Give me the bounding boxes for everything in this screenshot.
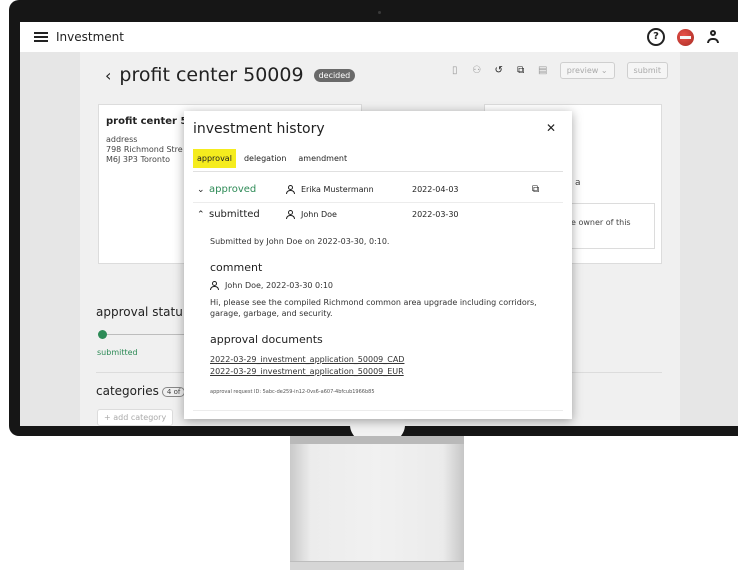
page-header: ‹ profit center 50009 decided [105, 64, 356, 86]
close-icon[interactable]: ✕ [546, 121, 556, 135]
external-link-icon[interactable]: ⧉ [532, 184, 539, 195]
row-status: approved [209, 184, 257, 195]
categories-title: categories 4 of [96, 384, 186, 398]
history-row-submitted[interactable]: ⌃ submitted John Doe 2022-03-30 [197, 209, 532, 220]
user-icon[interactable] [706, 30, 720, 44]
app-title: Investment [56, 30, 124, 44]
back-icon[interactable]: ‹ [105, 66, 111, 85]
address-label: address [106, 135, 138, 144]
flag-avatar[interactable] [677, 28, 694, 46]
approval-step-line [107, 334, 187, 335]
add-category-button[interactable]: + add category [97, 409, 174, 426]
stand-neck-top [290, 436, 464, 444]
approval-status-title: approval statu [96, 305, 183, 319]
stand-neck [290, 436, 464, 569]
tabs-divider [193, 171, 563, 172]
comment-heading: comment [210, 261, 263, 274]
row-date: 2022-04-03 [412, 185, 459, 194]
dialog-tabs: approval delegation amendment [193, 149, 355, 168]
categories-label: categories [96, 384, 159, 398]
user-icon [286, 210, 295, 219]
row-date: 2022-03-30 [412, 210, 459, 219]
row-user: Erika Mustermann [286, 185, 412, 194]
toolbar: ▯ ⚇ ↺ ⧉ ▤ preview ⌄ submit [450, 62, 668, 79]
address-street: 798 Richmond Stre [106, 145, 183, 154]
investment-history-dialog: investment history ✕ approval delegation… [184, 111, 572, 419]
row-status: submitted [209, 209, 260, 220]
approval-step-dot [98, 330, 107, 339]
menu-icon[interactable] [34, 32, 48, 42]
camera [378, 11, 381, 14]
documents-heading: approval documents [210, 333, 323, 346]
preview-button[interactable]: preview ⌄ [559, 62, 615, 79]
address-city: M6J 3P3 Toronto [106, 155, 170, 164]
dialog-title: investment history [193, 121, 325, 137]
card-title: profit center 50 [106, 116, 195, 127]
request-id: approval request ID: 5abc-de259-in12-0vs… [210, 389, 375, 395]
comment-meta: John Doe, 2022-03-30 0:10 [210, 281, 333, 290]
tab-approval[interactable]: approval [193, 149, 236, 168]
page-title: profit center 50009 [119, 64, 304, 86]
right-card-fragment: a [575, 178, 581, 188]
copy-icon[interactable]: ⧉ [516, 65, 526, 76]
row-user-name: John Doe [301, 210, 337, 219]
submitted-by-text: Submitted by John Doe on 2022-03-30, 0:1… [210, 237, 390, 246]
row-user: John Doe [286, 210, 412, 219]
comment-line-2: garage, garbage, and security. [210, 309, 333, 318]
help-icon[interactable]: ? [647, 28, 665, 46]
row-separator [193, 202, 563, 203]
comment-line-1: Hi, please see the compiled Richmond com… [210, 298, 537, 307]
categories-count: 4 of [161, 386, 186, 397]
user-icon [286, 185, 295, 194]
document-link-cad[interactable]: 2022-03-29_investment_application_50009_… [210, 355, 404, 364]
status-badge: decided [313, 68, 356, 82]
app-bar: Investment ? [20, 22, 738, 52]
note-text: e owner of this [571, 218, 631, 227]
approval-status-label: submitted [97, 348, 138, 357]
submit-button[interactable]: submit [626, 62, 668, 79]
history-row-approved[interactable]: ⌄ approved Erika Mustermann 2022-04-03 ⧉ [197, 184, 539, 195]
chevron-up-icon[interactable]: ⌃ [197, 210, 209, 220]
history-icon[interactable]: ↺ [494, 65, 504, 76]
tab-amendment[interactable]: amendment [294, 149, 351, 168]
dialog-footer-divider [193, 410, 563, 411]
tab-delegation[interactable]: delegation [240, 149, 290, 168]
row-user-name: Erika Mustermann [301, 185, 374, 194]
chevron-down-icon[interactable]: ⌄ [197, 185, 209, 195]
comment-meta-text: John Doe, 2022-03-30 0:10 [225, 281, 333, 290]
document-icon[interactable]: ▤ [538, 65, 548, 76]
delete-icon[interactable]: ▯ [450, 65, 460, 76]
document-link-eur[interactable]: 2022-03-29_investment_application_50009_… [210, 367, 404, 376]
people-icon[interactable]: ⚇ [472, 65, 482, 76]
app-bar-actions: ? [647, 28, 720, 46]
user-icon [210, 281, 219, 290]
